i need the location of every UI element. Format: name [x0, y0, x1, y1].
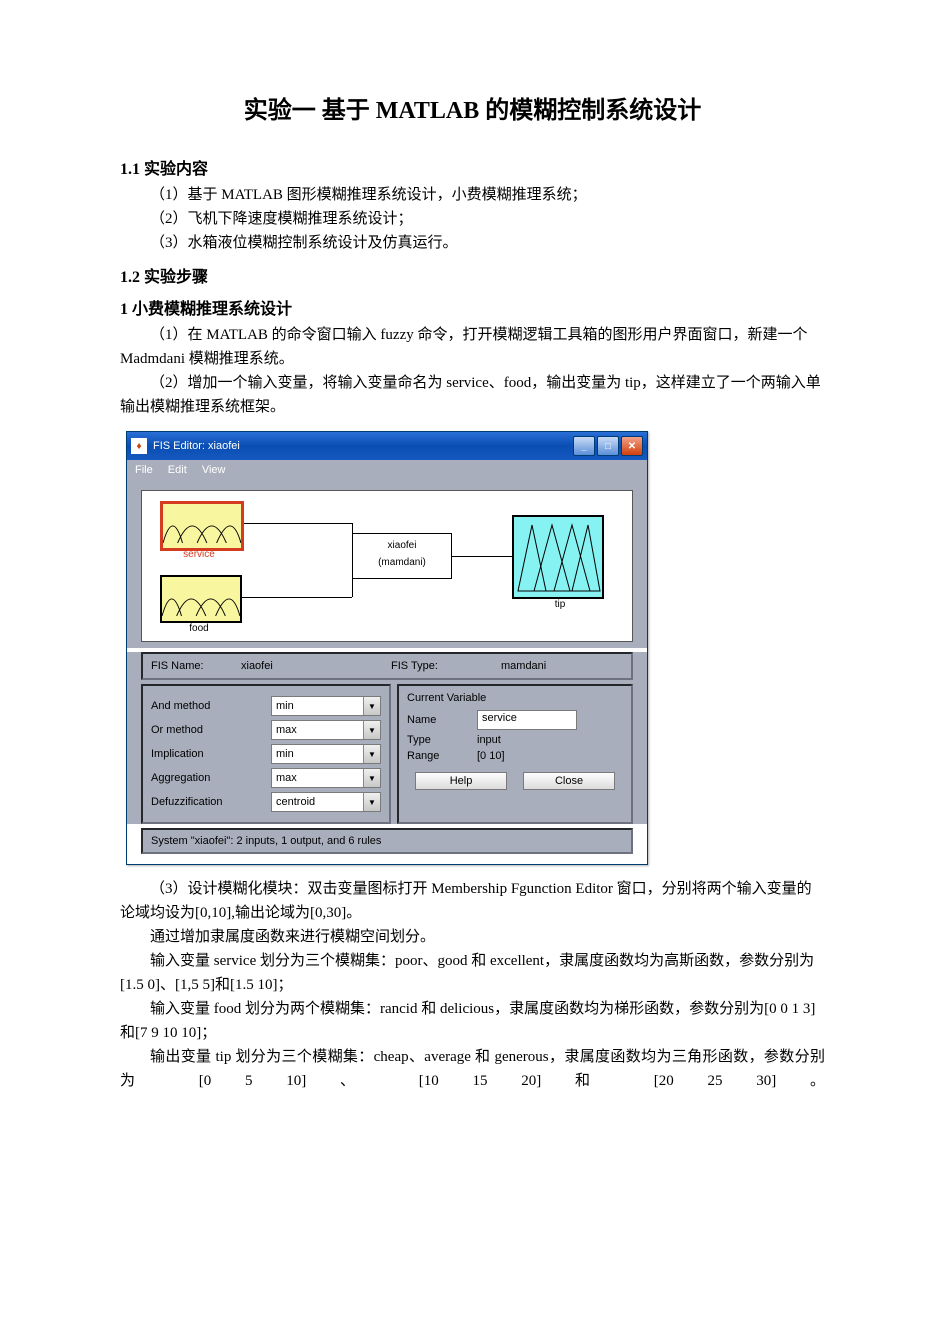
fis-name-label: FIS Name:: [151, 660, 241, 672]
cv-name-input[interactable]: service: [477, 710, 577, 730]
section-1-2-heading: 1.2 实验步骤: [120, 263, 825, 287]
s1-item-2: （2）飞机下降速度模糊推理系统设计；: [120, 207, 825, 231]
fis-name-panel: FIS Name: xiaofei FIS Type: mamdani: [141, 652, 633, 680]
fis-type-label: FIS Type:: [391, 660, 501, 672]
implication-dropdown[interactable]: min ▼: [271, 744, 381, 764]
or-method-value: max: [276, 724, 297, 736]
s1-item-1: （1）基于 MATLAB 图形模糊推理系统设计，小费模糊推理系统；: [120, 183, 825, 207]
s1-item-3: （3）水箱液位模糊控制系统设计及仿真运行。: [120, 231, 825, 255]
after-paragraph-3: 输入变量 service 划分为三个模糊集：poor、good 和 excell…: [120, 949, 825, 997]
output-tip-block[interactable]: [512, 515, 604, 599]
after-paragraph-2: 通过增加隶属度函数来进行模糊空间划分。: [120, 925, 825, 949]
after-paragraph-1: （3）设计模糊化模块：双击变量图标打开 Membership Fgunction…: [120, 877, 825, 925]
and-method-dropdown[interactable]: min ▼: [271, 696, 381, 716]
close-button[interactable]: ✕: [621, 436, 643, 456]
s2-paragraph-2: （2）增加一个输入变量，将输入变量命名为 service、food，输出变量为 …: [120, 371, 825, 419]
mf-curves-icon: [163, 504, 241, 547]
current-variable-heading: Current Variable: [407, 692, 623, 704]
cv-range-value: [0 10]: [477, 750, 505, 762]
methods-panel: And method min ▼ Or method max ▼: [141, 684, 391, 824]
section-1-1-heading: 1.1 实验内容: [120, 155, 825, 179]
dropdown-arrow-icon: ▼: [363, 721, 380, 739]
menu-edit[interactable]: Edit: [168, 464, 187, 476]
dropdown-arrow-icon: ▼: [363, 793, 380, 811]
fis-name-value: xiaofei: [241, 660, 391, 672]
aggregation-value: max: [276, 772, 297, 784]
mf-triangles-icon: [514, 517, 602, 597]
defuzzification-label: Defuzzification: [151, 796, 271, 808]
and-method-value: min: [276, 700, 294, 712]
menu-file[interactable]: File: [135, 464, 153, 476]
current-variable-panel: Current Variable Name service Type input…: [397, 684, 633, 824]
after-paragraph-4: 输入变量 food 划分为两个模糊集：rancid 和 delicious，隶属…: [120, 997, 825, 1045]
help-button[interactable]: Help: [415, 772, 507, 790]
fis-diagram: service food xiaofei (m: [141, 490, 633, 642]
cv-range-label: Range: [407, 750, 477, 762]
aggregation-dropdown[interactable]: max ▼: [271, 768, 381, 788]
output-tip-label: tip: [516, 599, 604, 610]
system-type: (mamdani): [353, 557, 451, 568]
fis-type-value: mamdani: [501, 660, 546, 672]
titlebar[interactable]: ♦ FIS Editor: xiaofei _ □ ✕: [127, 432, 647, 460]
cv-type-label: Type: [407, 734, 477, 746]
minimize-button[interactable]: _: [573, 436, 595, 456]
system-name: xiaofei: [353, 540, 451, 551]
and-method-label: And method: [151, 700, 271, 712]
s2-paragraph-1: （1）在 MATLAB 的命令窗口输入 fuzzy 命令，打开模糊逻辑工具箱的图…: [120, 323, 825, 371]
defuzzification-value: centroid: [276, 796, 315, 808]
matlab-icon: ♦: [131, 438, 147, 454]
implication-label: Implication: [151, 748, 271, 760]
defuzzification-dropdown[interactable]: centroid ▼: [271, 792, 381, 812]
mf-curves-icon: [162, 577, 240, 620]
input-service-label: service: [160, 549, 238, 560]
close-button-panel[interactable]: Close: [523, 772, 615, 790]
aggregation-label: Aggregation: [151, 772, 271, 784]
input-service-block[interactable]: [160, 501, 244, 551]
implication-value: min: [276, 748, 294, 760]
dropdown-arrow-icon: ▼: [363, 745, 380, 763]
or-method-label: Or method: [151, 724, 271, 736]
or-method-dropdown[interactable]: max ▼: [271, 720, 381, 740]
after-paragraph-5: 输出变量 tip 划分为三个模糊集：cheap、average 和 genero…: [120, 1045, 825, 1093]
input-food-block[interactable]: [160, 575, 242, 623]
dropdown-arrow-icon: ▼: [363, 769, 380, 787]
cv-name-label: Name: [407, 714, 477, 726]
doc-title: 实验一 基于 MATLAB 的模糊控制系统设计: [120, 90, 825, 125]
section-1-2-sub-heading: 1 小费模糊推理系统设计: [120, 295, 825, 319]
maximize-button[interactable]: □: [597, 436, 619, 456]
window-title: FIS Editor: xiaofei: [153, 440, 573, 452]
fis-editor-window: ♦ FIS Editor: xiaofei _ □ ✕ File Edit Vi…: [126, 431, 648, 865]
system-block[interactable]: xiaofei (mamdani): [352, 533, 452, 579]
cv-type-value: input: [477, 734, 501, 746]
input-food-label: food: [160, 623, 238, 634]
dropdown-arrow-icon: ▼: [363, 697, 380, 715]
menubar: File Edit View: [127, 460, 647, 480]
menu-view[interactable]: View: [202, 464, 226, 476]
status-bar: System "xiaofei": 2 inputs, 1 output, an…: [141, 828, 633, 854]
